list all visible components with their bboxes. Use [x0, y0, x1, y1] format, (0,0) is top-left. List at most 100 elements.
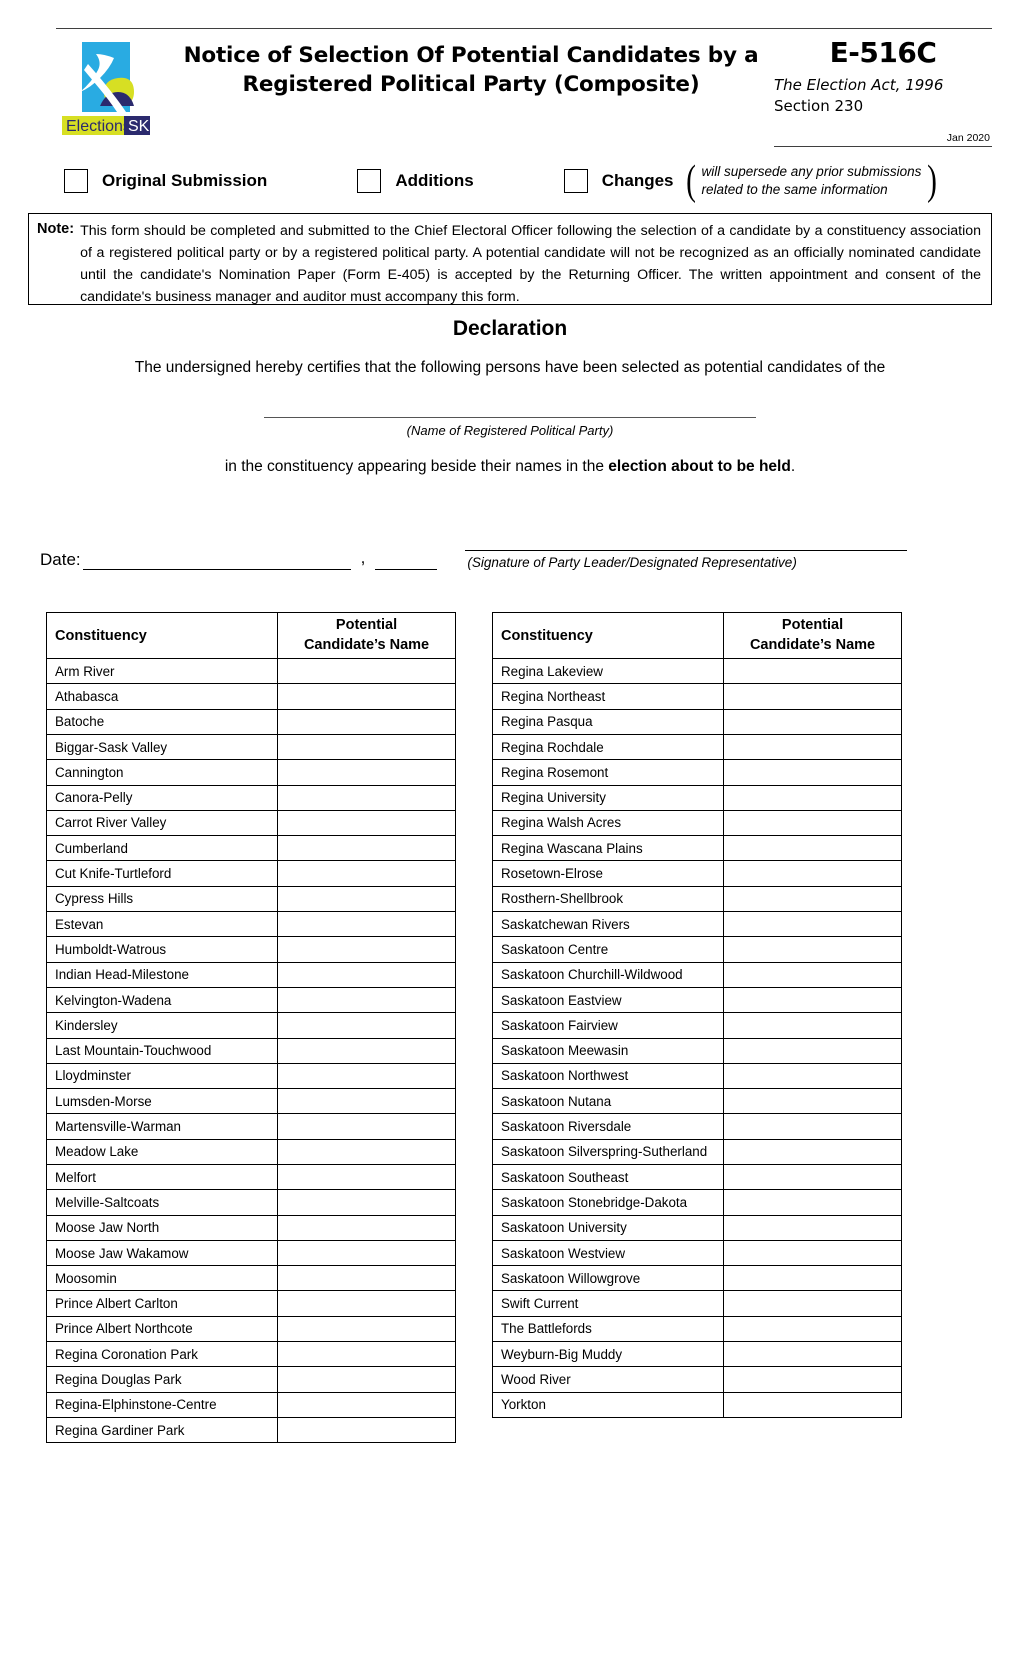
cell-candidate-name-input[interactable]: [277, 1138, 456, 1165]
cell-candidate-name-input[interactable]: [723, 1214, 902, 1241]
cell-candidate-name-input[interactable]: [277, 1214, 456, 1241]
table-row: Regina Northeast: [491, 683, 902, 710]
table-row: Saskatoon Riversdale: [491, 1113, 902, 1140]
cell-candidate-name-input[interactable]: [277, 936, 456, 963]
table-row: Estevan: [45, 911, 456, 938]
cell-candidate-name-input[interactable]: [723, 784, 902, 811]
cell-candidate-name-input[interactable]: [723, 1290, 902, 1317]
cell-candidate-name-input[interactable]: [277, 683, 456, 710]
cell-candidate-name-input[interactable]: [723, 658, 902, 685]
cell-candidate-name-input[interactable]: [723, 1037, 902, 1064]
year-input[interactable]: [375, 551, 438, 571]
cell-candidate-name-input[interactable]: [723, 1315, 902, 1343]
table-row: Cannington: [45, 759, 456, 786]
cell-candidate-name-input[interactable]: [277, 733, 456, 761]
cell-candidate-name-input[interactable]: [277, 1391, 456, 1418]
cell-candidate-name-input[interactable]: [723, 759, 902, 786]
table-row: Saskatoon Churchill-Wildwood: [491, 961, 902, 988]
cell-candidate-name-input[interactable]: [723, 1239, 902, 1267]
table-row: Meadow Lake: [45, 1138, 456, 1165]
cell-candidate-name-input[interactable]: [723, 733, 902, 761]
cell-candidate-name-input[interactable]: [277, 1290, 456, 1317]
cell-candidate-name-input[interactable]: [723, 809, 902, 837]
cell-candidate-name-input[interactable]: [723, 1062, 902, 1090]
cell-candidate-name-input[interactable]: [277, 911, 456, 938]
cell-candidate-name-input[interactable]: [723, 683, 902, 710]
cell-constituency: Saskatoon Riversdale: [491, 1113, 725, 1140]
cell-candidate-name-input[interactable]: [277, 784, 456, 811]
cell-candidate-name-input[interactable]: [277, 885, 456, 913]
cell-candidate-name-input[interactable]: [277, 860, 456, 887]
cell-candidate-name-input[interactable]: [723, 986, 902, 1014]
cell-candidate-name-input[interactable]: [723, 1012, 902, 1039]
signature-input[interactable]: [465, 532, 908, 552]
cell-candidate-name-input[interactable]: [723, 1265, 902, 1292]
cell-candidate-name-input[interactable]: [723, 1189, 902, 1216]
cell-candidate-name-input[interactable]: [723, 911, 902, 938]
table-row: Cut Knife-Turtleford: [45, 860, 456, 887]
cell-candidate-name-input[interactable]: [723, 1163, 902, 1191]
cell-candidate-name-input[interactable]: [277, 835, 456, 862]
cell-candidate-name-input[interactable]: [277, 1315, 456, 1343]
cell-constituency: Regina Gardiner Park: [45, 1416, 279, 1444]
cell-candidate-name-input[interactable]: [277, 1341, 456, 1368]
cell-candidate-name-input[interactable]: [277, 1088, 456, 1115]
table-row: Saskatchewan Rivers: [491, 911, 902, 938]
cell-candidate-name-input[interactable]: [723, 1391, 902, 1418]
cell-candidate-name-input[interactable]: [723, 936, 902, 963]
cell-candidate-name-input[interactable]: [277, 658, 456, 685]
cell-constituency: Wood River: [491, 1366, 725, 1393]
date-signature-row: Date: , (Signature of Party Leader/Desig…: [28, 532, 992, 571]
cell-candidate-name-input[interactable]: [277, 1163, 456, 1191]
form-page: Elections SK Notice of Selection Of Pote…: [0, 0, 1020, 1680]
cell-candidate-name-input[interactable]: [277, 708, 456, 735]
checkbox-original-submission[interactable]: [64, 169, 88, 194]
date-input[interactable]: [82, 551, 351, 571]
cell-candidate-name-input[interactable]: [277, 961, 456, 988]
cell-candidate-name-input[interactable]: [723, 885, 902, 913]
cell-candidate-name-input[interactable]: [277, 1366, 456, 1393]
checkbox-changes[interactable]: [563, 169, 588, 194]
cell-candidate-name-input[interactable]: [723, 708, 902, 735]
cell-constituency: Arm River: [45, 658, 279, 685]
checkbox-option-original-submission[interactable]: Original Submission: [64, 169, 267, 194]
cell-candidate-name-input[interactable]: [277, 1012, 456, 1039]
checkbox-additions[interactable]: [357, 169, 382, 194]
table-header-row: Constituency Potential Candidate’s Name: [491, 612, 902, 660]
cell-candidate-name-input[interactable]: [277, 1189, 456, 1216]
note-label: Note:: [37, 221, 75, 238]
cell-candidate-name-input[interactable]: [277, 1239, 456, 1267]
page-title: Notice of Selection Of Potential Candida…: [183, 43, 759, 97]
cell-candidate-name-input[interactable]: [723, 961, 902, 988]
cell-candidate-name-input[interactable]: [723, 1341, 902, 1368]
cell-candidate-name-input[interactable]: [277, 986, 456, 1014]
cell-constituency: Saskatoon Meewasin: [491, 1037, 725, 1064]
table-row: Cypress Hills: [45, 885, 456, 913]
cell-candidate-name-input[interactable]: [277, 1113, 456, 1140]
cell-candidate-name-input[interactable]: [277, 1416, 456, 1444]
cell-candidate-name-input[interactable]: [723, 1366, 902, 1393]
cell-candidate-name-input[interactable]: [277, 1062, 456, 1090]
cell-constituency: Rosthern-Shellbrook: [491, 885, 725, 913]
cell-constituency: Moose Jaw North: [45, 1214, 279, 1241]
cell-candidate-name-input[interactable]: [277, 1037, 456, 1064]
party-name-input[interactable]: [264, 417, 756, 419]
form-code: E-516C: [829, 36, 937, 69]
cell-candidate-name-input[interactable]: [723, 1138, 902, 1165]
cell-candidate-name-input[interactable]: [723, 1113, 902, 1140]
cell-candidate-name-input[interactable]: [723, 1088, 902, 1115]
cell-candidate-name-input[interactable]: [277, 1265, 456, 1292]
cell-constituency: Saskatoon Churchill-Wildwood: [491, 961, 725, 988]
checkbox-option-additions[interactable]: Additions: [357, 169, 474, 194]
table-row: Lloydminster: [45, 1062, 456, 1090]
table-header-row: Constituency Potential Candidate’s Name: [45, 612, 456, 660]
cell-candidate-name-input[interactable]: [723, 835, 902, 862]
cell-candidate-name-input[interactable]: [723, 860, 902, 887]
act-reference: The Election Act, 1996: [774, 75, 944, 94]
cell-constituency: Indian Head-Milestone: [45, 961, 279, 988]
cell-candidate-name-input[interactable]: [277, 759, 456, 786]
checkbox-option-changes[interactable]: Changes: [563, 169, 674, 194]
cell-candidate-name-input[interactable]: [277, 809, 456, 837]
table-row: Saskatoon Stonebridge-Dakota: [491, 1189, 902, 1216]
table-row: Regina Douglas Park: [45, 1366, 456, 1393]
